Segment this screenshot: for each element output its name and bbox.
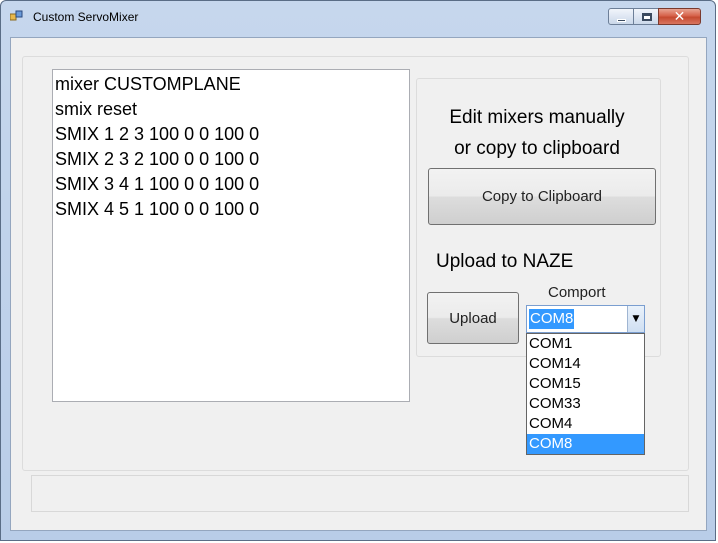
chevron-down-icon[interactable]: ▼ — [627, 306, 644, 332]
comport-label: Comport — [548, 284, 606, 301]
copy-to-clipboard-button[interactable]: Copy to Clipboard — [428, 168, 656, 225]
mixer-line: mixer CUSTOMPLANE — [55, 74, 241, 94]
minimize-button[interactable] — [608, 8, 634, 25]
mixer-line: SMIX 1 2 3 100 0 0 100 0 — [55, 124, 260, 144]
window-title: Custom ServoMixer — [33, 10, 139, 24]
status-panel — [31, 475, 689, 512]
info-line-2: or copy to clipboard — [454, 138, 620, 159]
mixer-line: smix reset — [55, 99, 138, 119]
comport-dropdown-list: COM1 COM14 COM15 COM33 COM4 COM8 — [526, 333, 645, 455]
client-area: mixer CUSTOMPLANE smix reset SMIX 1 2 3 … — [10, 37, 707, 531]
comport-option-selected[interactable]: COM8 — [527, 434, 644, 454]
info-text: Edit mixers manually or copy to clipboar… — [427, 102, 647, 164]
app-icon — [10, 10, 23, 21]
upload-button[interactable]: Upload — [427, 292, 519, 344]
comport-combobox[interactable]: COM8 ▼ — [526, 305, 645, 333]
comport-option[interactable]: COM33 — [527, 394, 644, 414]
upload-label: Upload to NAZE — [436, 251, 574, 272]
mixer-line: SMIX 4 5 1 100 0 0 100 0 — [55, 199, 260, 219]
comport-option[interactable]: COM14 — [527, 354, 644, 374]
comport-option[interactable]: COM1 — [527, 334, 644, 354]
mixer-line: SMIX 2 3 2 100 0 0 100 0 — [55, 149, 260, 169]
minimize-icon — [617, 19, 626, 22]
comport-option[interactable]: COM15 — [527, 374, 644, 394]
info-line-1: Edit mixers manually — [449, 107, 625, 128]
mixer-textbox[interactable]: mixer CUSTOMPLANE smix reset SMIX 1 2 3 … — [52, 69, 410, 402]
caption-buttons: ✕ — [608, 8, 701, 25]
maximize-button[interactable] — [633, 8, 659, 25]
app-window: Custom ServoMixer ✕ mixer CUSTOMPLANE sm… — [0, 0, 716, 541]
comport-option[interactable]: COM4 — [527, 414, 644, 434]
mixer-line: SMIX 3 4 1 100 0 0 100 0 — [55, 174, 260, 194]
title-bar[interactable]: Custom ServoMixer ✕ — [1, 1, 715, 31]
maximize-icon — [642, 13, 652, 21]
close-button[interactable]: ✕ — [658, 8, 701, 25]
comport-selected-value: COM8 — [529, 309, 575, 329]
close-icon: ✕ — [673, 8, 686, 25]
